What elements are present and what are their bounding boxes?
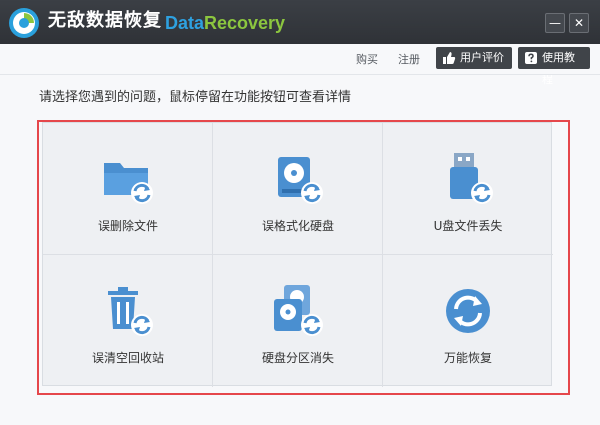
option-partition-lost[interactable]: 硬盘分区消失 — [213, 255, 383, 387]
user-review-button[interactable]: 用户评价 — [436, 47, 512, 69]
option-label: U盘文件丢失 — [433, 219, 503, 233]
register-link[interactable]: 注册 — [398, 52, 420, 68]
brand-part-data: Data — [165, 13, 205, 33]
option-label: 万能恢复 — [443, 351, 492, 365]
brand-logo-text: DataRecovery — [165, 11, 285, 35]
thumbs-up-icon — [443, 52, 456, 64]
buy-link[interactable]: 购买 — [356, 52, 378, 68]
option-label: 硬盘分区消失 — [261, 351, 334, 365]
app-window: 无敌数据恢复 DataRecovery — ✕ 购买 注册 用户评价 使用教程 … — [0, 0, 600, 425]
folder-recover-icon — [104, 163, 153, 204]
option-label: 误清空回收站 — [91, 351, 164, 365]
option-label: 误格式化硬盘 — [261, 219, 334, 233]
option-universal-recover[interactable]: 万能恢复 — [383, 255, 553, 387]
close-button[interactable]: ✕ — [569, 13, 589, 33]
app-logo-icon — [9, 8, 39, 38]
universal-recover-icon — [446, 289, 490, 333]
minimize-button[interactable]: — — [545, 13, 565, 33]
recycle-bin-icon — [108, 287, 153, 336]
header-divider — [0, 74, 600, 75]
option-formatted-disk[interactable]: 误格式化硬盘 — [213, 123, 383, 255]
help-icon — [525, 52, 537, 64]
instruction-text: 请选择您遇到的问题，鼠标停留在功能按钮可查看详情 — [39, 90, 352, 105]
option-recycle-bin[interactable]: 误清空回收站 — [43, 255, 213, 387]
disk-format-icon — [278, 157, 323, 204]
brand-part-recovery: Recovery — [204, 13, 286, 33]
option-label: 误删除文件 — [97, 219, 158, 233]
option-deleted-files[interactable]: 误删除文件 — [43, 123, 213, 255]
title-bar[interactable]: 无敌数据恢复 DataRecovery — ✕ — [0, 0, 600, 44]
app-title: 无敌数据恢复 — [48, 10, 162, 31]
tutorial-label: 使用教程 — [542, 51, 575, 86]
tutorial-button[interactable]: 使用教程 — [518, 47, 590, 86]
option-usb-lost[interactable]: U盘文件丢失 — [383, 123, 553, 255]
user-review-label: 用户评价 — [460, 51, 504, 64]
recovery-options-grid: 误删除文件 误格式化硬盘 U盘文件丢失 误清空回收站 硬盘分区消失 万能恢复 — [42, 122, 553, 387]
partition-icon — [274, 285, 323, 336]
usb-drive-icon — [450, 153, 493, 204]
